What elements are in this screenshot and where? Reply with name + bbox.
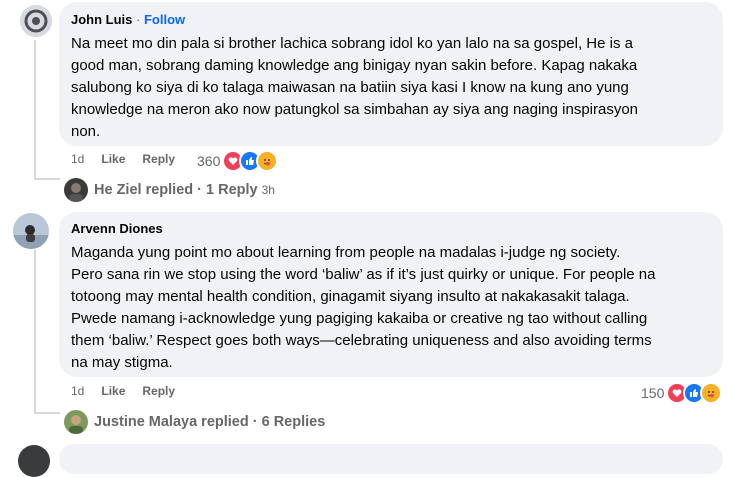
view-replies-link[interactable]: Justine Malaya replied · 6 Replies: [64, 410, 325, 434]
view-replies-link[interactable]: He Ziel replied · 1 Reply 3h: [64, 178, 275, 202]
reply-time: 3h: [261, 183, 275, 197]
comment-text-line: totoong may mental health condition, gin…: [71, 288, 630, 305]
replier-avatar: [64, 410, 88, 434]
like-button[interactable]: Like: [101, 384, 125, 398]
thread-line: [34, 40, 36, 180]
comment-author[interactable]: John Luis · Follow: [71, 12, 185, 27]
separator-dot: ·: [136, 12, 141, 27]
comment-text-line: good man, sobrang daming knowledge ang b…: [71, 57, 638, 74]
comment-author[interactable]: Arvenn Diones: [71, 221, 163, 236]
reaction-count[interactable]: 360: [197, 153, 220, 169]
care-icon: [256, 150, 279, 172]
comment-text-line: Pero sana rin we stop using the word ‘ba…: [71, 266, 656, 283]
like-button[interactable]: Like: [101, 152, 125, 166]
reaction-count[interactable]: 150: [641, 385, 664, 401]
comment-time[interactable]: 1d: [71, 384, 84, 398]
comment-text-line: salubong ko siya di ko talaga maiwasan n…: [71, 79, 629, 96]
thread-line: [34, 250, 36, 413]
care-icon: [700, 382, 723, 404]
comment-text: Maganda yung point mo about learning fro…: [71, 242, 719, 374]
user-photo-icon: [13, 213, 49, 249]
follow-button[interactable]: Follow: [144, 12, 185, 27]
comment-text-line: Maganda yung point mo about learning fro…: [71, 244, 621, 261]
reply-button[interactable]: Reply: [142, 152, 175, 166]
comment-text-line: knowledge na meron ako now patungkol sa …: [71, 101, 639, 118]
replies-text[interactable]: He Ziel replied · 1 Reply: [94, 182, 258, 198]
comment-actions: 1d Like Reply: [71, 152, 175, 166]
avatar[interactable]: [20, 5, 52, 37]
avatar[interactable]: [13, 213, 49, 249]
comment-text-line: Na meet mo din pala si brother lachica s…: [71, 35, 633, 52]
comment-text-line: Pwede namang i-acknowledge yung pagiging…: [71, 310, 648, 327]
comment-time[interactable]: 1d: [71, 152, 84, 166]
thread-line: [34, 178, 60, 180]
user-avatar-icon: [20, 5, 52, 37]
replies-text[interactable]: Justine Malaya replied · 6 Replies: [94, 414, 325, 430]
reaction-summary[interactable]: 360: [197, 150, 279, 172]
comment-text-line: non.: [71, 123, 101, 140]
reaction-summary[interactable]: 150: [641, 382, 723, 404]
comment-text: Na meet mo din pala si brother lachica s…: [71, 33, 716, 143]
comment-text-line: them ‘baliw.’ Respect goes both ways—cel…: [71, 332, 652, 349]
author-name[interactable]: John Luis: [71, 12, 132, 27]
comment-text-line: na may stigma.: [71, 354, 173, 371]
author-name[interactable]: Arvenn Diones: [71, 221, 163, 236]
avatar[interactable]: [18, 445, 50, 477]
replier-avatar: [64, 178, 88, 202]
comment-actions: 1d Like Reply: [71, 384, 175, 398]
thread-line: [34, 412, 60, 414]
reply-button[interactable]: Reply: [142, 384, 175, 398]
